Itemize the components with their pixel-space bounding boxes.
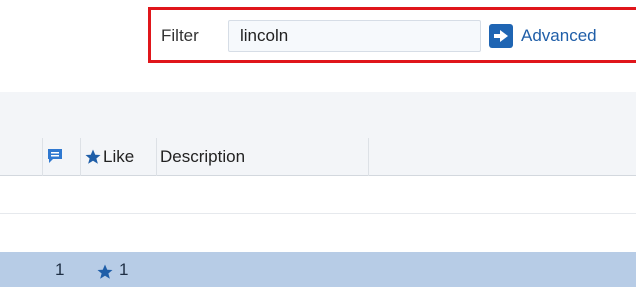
advanced-link[interactable]: Advanced bbox=[521, 26, 597, 46]
table-toolbar bbox=[0, 92, 636, 138]
column-header-description[interactable]: Description bbox=[160, 147, 245, 167]
column-header-like[interactable]: Like bbox=[103, 147, 134, 167]
star-icon[interactable] bbox=[84, 148, 102, 166]
column-separator bbox=[42, 138, 43, 176]
page: Filter Advanced Like Description 1 bbox=[0, 0, 636, 287]
arrow-right-icon[interactable] bbox=[489, 24, 513, 48]
like-count: 1 bbox=[119, 260, 129, 279]
comment-icon[interactable] bbox=[47, 148, 63, 164]
filter-label: Filter bbox=[161, 26, 199, 45]
star-icon[interactable] bbox=[96, 263, 114, 281]
table-row[interactable] bbox=[0, 176, 636, 214]
column-separator bbox=[156, 138, 157, 176]
comment-count: 1 bbox=[55, 260, 65, 279]
column-separator bbox=[80, 138, 81, 176]
filter-input[interactable] bbox=[228, 20, 481, 52]
column-separator bbox=[368, 138, 369, 176]
